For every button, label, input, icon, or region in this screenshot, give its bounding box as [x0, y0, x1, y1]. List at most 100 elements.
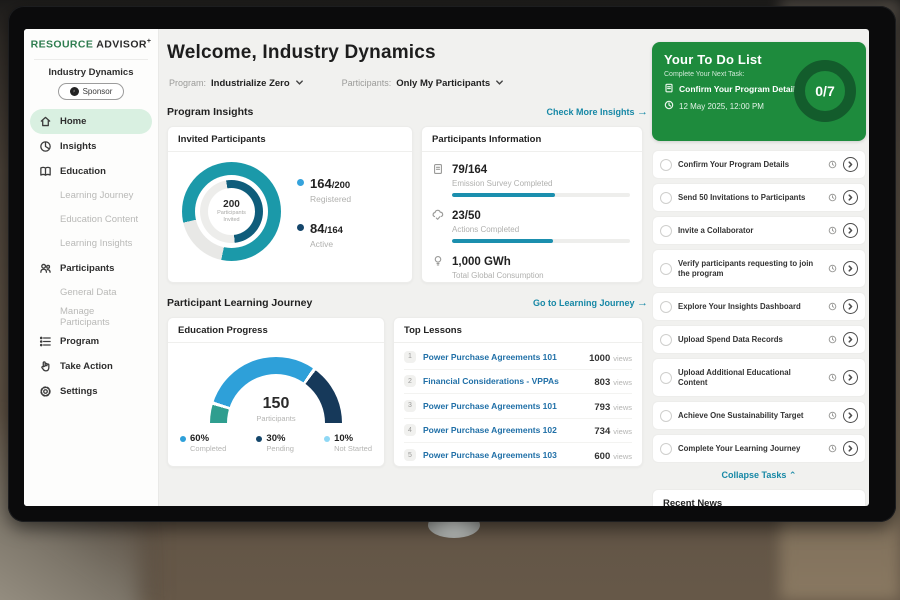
- sidebar-item-manage-participants[interactable]: Manage Participants: [30, 305, 152, 329]
- task-open-button[interactable]: [843, 157, 858, 172]
- task-row[interactable]: Achieve One Sustainability Target: [652, 401, 866, 430]
- sidebar-item-take-action[interactable]: Take Action: [30, 354, 152, 379]
- task-checkbox[interactable]: [660, 192, 672, 204]
- task-label: Confirm Your Program Details: [678, 160, 822, 170]
- sidebar-item-label: Learning Journey: [60, 190, 133, 201]
- sidebar-item-general-data[interactable]: General Data: [30, 281, 152, 305]
- todo-next-task-label: Confirm Your Program Details: [679, 84, 800, 94]
- program-dropdown[interactable]: Program: Industrialize Zero: [169, 74, 304, 92]
- task-row[interactable]: Confirm Your Program Details: [652, 150, 866, 179]
- task-label: Verify participants requesting to join t…: [678, 259, 822, 278]
- lesson-row: 3 Power Purchase Agreements 101 793views: [404, 394, 632, 419]
- not-started-pct: 10%: [334, 433, 372, 444]
- task-checkbox[interactable]: [660, 443, 672, 455]
- task-open-button[interactable]: [843, 408, 858, 423]
- task-open-button[interactable]: [843, 441, 858, 456]
- link-text: Check More Insights: [546, 107, 634, 117]
- stat-row-emission-survey: 79/164 Emission Survey Completed: [432, 160, 630, 197]
- lesson-link[interactable]: Power Purchase Agreements 101: [423, 401, 587, 411]
- collapse-tasks-link[interactable]: Collapse Tasks ⌃: [652, 470, 866, 481]
- learning-journey-header: Participant Learning Journey Go to Learn…: [167, 297, 648, 309]
- lesson-link[interactable]: Power Purchase Agreements 102: [423, 425, 587, 435]
- task-row[interactable]: Verify participants requesting to join t…: [652, 249, 866, 288]
- lesson-rank: 2: [404, 375, 416, 387]
- task-open-button[interactable]: [843, 223, 858, 238]
- recent-news-card: Recent News: [652, 489, 866, 506]
- task-row[interactable]: Send 50 Invitations to Participants: [652, 183, 866, 212]
- legend-item-pending: 30% Pending: [256, 433, 294, 453]
- go-to-learning-journey-link[interactable]: Go to Learning Journey →: [533, 297, 648, 309]
- task-open-button[interactable]: [843, 370, 858, 385]
- learning-journey-title: Participant Learning Journey: [167, 297, 312, 309]
- lesson-row: 2 Financial Considerations - VPPAs 803vi…: [404, 370, 632, 395]
- sidebar-item-insights[interactable]: Insights: [30, 134, 152, 159]
- task-row[interactable]: Upload Spend Data Records: [652, 325, 866, 354]
- stat-value: 79/164: [452, 164, 487, 176]
- active-label: Active: [310, 239, 343, 249]
- education-progress-gauge-chart: 150 Participants: [210, 357, 342, 423]
- sidebar-item-label: General Data: [60, 287, 117, 298]
- gauge-legend: 60% Completed 30% Pending: [168, 423, 384, 453]
- lesson-rank: 3: [404, 400, 416, 412]
- people-icon: [39, 262, 52, 275]
- sidebar-item-education[interactable]: Education: [30, 159, 152, 184]
- lesson-row: 4 Power Purchase Agreements 102 734views: [404, 419, 632, 444]
- sponsor-badge-label: Sponsor: [83, 87, 113, 96]
- task-checkbox[interactable]: [660, 334, 672, 346]
- task-open-button[interactable]: [843, 190, 858, 205]
- sponsor-badge[interactable]: Sponsor: [58, 83, 124, 100]
- progress-fill: [452, 239, 553, 243]
- participants-dropdown[interactable]: Participants: Only My Participants: [342, 74, 505, 92]
- lesson-link[interactable]: Power Purchase Agreements 103: [423, 450, 587, 460]
- book-icon: [39, 165, 52, 178]
- sidebar-item-learning-journey[interactable]: Learning Journey: [30, 184, 152, 208]
- stat-label: Total Global Consumption: [452, 271, 630, 280]
- sidebar-item-home[interactable]: Home: [30, 109, 152, 134]
- todo-progress-value: 0/7: [815, 83, 834, 99]
- task-row[interactable]: Invite a Collaborator: [652, 216, 866, 245]
- lesson-views: 734: [594, 426, 610, 437]
- task-open-button[interactable]: [843, 299, 858, 314]
- clock-icon: [828, 260, 837, 278]
- lesson-views: 803: [594, 377, 610, 388]
- arrow-right-icon: →: [637, 297, 648, 309]
- task-label: Complete Your Learning Journey: [678, 444, 822, 454]
- gauge-center-value: 150: [210, 396, 342, 412]
- task-label: Explore Your Insights Dashboard: [678, 302, 822, 312]
- task-open-button[interactable]: [843, 261, 858, 276]
- sidebar-item-participants[interactable]: Participants: [30, 256, 152, 281]
- pending-label: Pending: [266, 444, 294, 453]
- participants-dropdown-value: Only My Participants: [396, 78, 490, 89]
- sidebar-item-settings[interactable]: Settings: [30, 379, 152, 404]
- task-checkbox[interactable]: [660, 372, 672, 384]
- insights-icon: [39, 140, 52, 153]
- donut-center: 200 Participants Invited: [208, 188, 255, 235]
- clock-icon: [828, 298, 837, 316]
- lesson-link[interactable]: Power Purchase Agreements 101: [423, 352, 582, 362]
- program-dropdown-label: Program:: [169, 78, 206, 88]
- task-label: Send 50 Invitations to Participants: [678, 193, 822, 203]
- recent-news-title: Recent News: [663, 498, 855, 506]
- sidebar-item-education-content[interactable]: Education Content: [30, 208, 152, 232]
- views-suffix: views: [613, 452, 632, 461]
- task-row[interactable]: Upload Additional Educational Content: [652, 358, 866, 397]
- stat-value: 23/50: [452, 210, 481, 222]
- lesson-link[interactable]: Financial Considerations - VPPAs: [423, 376, 587, 386]
- task-checkbox[interactable]: [660, 410, 672, 422]
- check-more-insights-link[interactable]: Check More Insights →: [546, 106, 648, 118]
- chevron-down-icon: [295, 74, 304, 92]
- task-row[interactable]: Explore Your Insights Dashboard: [652, 292, 866, 321]
- donut-center-value: 200: [223, 199, 240, 210]
- registered-label: Registered: [310, 194, 351, 204]
- task-checkbox[interactable]: [660, 263, 672, 275]
- todo-summary-card: Your To Do List Complete Your Next Task:…: [652, 42, 866, 141]
- sidebar-item-program[interactable]: Program: [30, 329, 152, 354]
- sidebar-item-label: Learning Insights: [60, 238, 132, 249]
- task-checkbox[interactable]: [660, 225, 672, 237]
- task-row[interactable]: Complete Your Learning Journey: [652, 434, 866, 463]
- task-open-button[interactable]: [843, 332, 858, 347]
- sidebar-item-learning-insights[interactable]: Learning Insights: [30, 232, 152, 256]
- legend-item-active: 84/164 Active: [297, 220, 351, 249]
- task-checkbox[interactable]: [660, 159, 672, 171]
- task-checkbox[interactable]: [660, 301, 672, 313]
